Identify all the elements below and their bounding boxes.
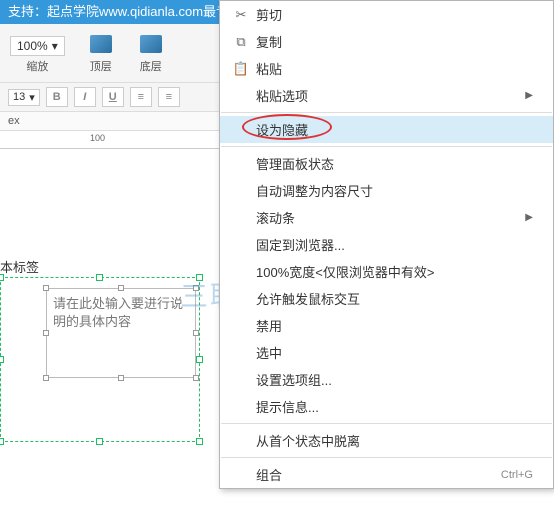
menu-disable[interactable]: 禁用 (220, 312, 553, 339)
zoom-label: 缩放 (26, 58, 48, 74)
menu-cut[interactable]: ✂剪切 (220, 1, 553, 28)
resize-handle[interactable] (0, 438, 4, 445)
resize-handle[interactable] (193, 285, 199, 291)
menu-detach[interactable]: 从首个状态中脱离 (220, 427, 553, 454)
menu-auto-fit[interactable]: 自动调整为内容尺寸 (220, 177, 553, 204)
bold-button[interactable]: B (46, 87, 68, 107)
layer-front-icon (90, 35, 112, 53)
widget-label: 本标签 (0, 257, 39, 276)
resize-handle[interactable] (43, 330, 49, 336)
menu-copy[interactable]: ⧉复制 (220, 28, 553, 55)
italic-button[interactable]: I (74, 87, 96, 107)
resize-handle[interactable] (118, 375, 124, 381)
menu-paste-options[interactable]: 粘贴选项▶ (220, 82, 553, 109)
front-label: 顶层 (90, 58, 112, 74)
resize-handle[interactable] (193, 375, 199, 381)
menu-scrollbar[interactable]: 滚动条▶ (220, 204, 553, 231)
submenu-arrow-icon: ▶ (525, 90, 533, 101)
submenu-arrow-icon: ▶ (525, 212, 533, 223)
chevron-down-icon: ▾ (52, 39, 58, 53)
resize-handle[interactable] (0, 356, 4, 363)
resize-handle[interactable] (196, 356, 203, 363)
align-left-button[interactable]: ≡ (130, 87, 152, 107)
menu-set-option-group[interactable]: 设置选项组... (220, 366, 553, 393)
zoom-select[interactable]: 100% ▾ (10, 36, 65, 56)
menu-separator (221, 423, 552, 424)
clipboard-icon: 📋 (230, 61, 252, 77)
menu-separator (221, 457, 552, 458)
ruler-tick: 100 (90, 133, 105, 143)
align-center-button[interactable]: ≡ (158, 87, 180, 107)
resize-handle[interactable] (96, 274, 103, 281)
underline-button[interactable]: U (102, 87, 124, 107)
layer-back-icon (140, 35, 162, 53)
menu-group[interactable]: 组合Ctrl+G (220, 461, 553, 488)
resize-handle[interactable] (43, 375, 49, 381)
menu-manage-panel[interactable]: 管理面板状态 (220, 150, 553, 177)
resize-handle[interactable] (0, 274, 4, 281)
zoom-value: 100% (17, 39, 48, 53)
shortcut-text: Ctrl+G (501, 469, 533, 481)
menu-separator (221, 146, 552, 147)
resize-handle[interactable] (96, 438, 103, 445)
chevron-down-icon: ▾ (29, 91, 35, 104)
menu-select[interactable]: 选中 (220, 339, 553, 366)
resize-handle[interactable] (118, 285, 124, 291)
placeholder-text: 请在此处输入要进行说明的具体内容 (53, 296, 183, 329)
menu-allow-mouse[interactable]: 允许触发鼠标交互 (220, 285, 553, 312)
menu-tooltip[interactable]: 提示信息... (220, 393, 553, 420)
copy-icon: ⧉ (230, 34, 252, 50)
menu-width-100[interactable]: 100%宽度<仅限浏览器中有效> (220, 258, 553, 285)
font-size-select[interactable]: 13 ▾ (8, 89, 40, 106)
send-back-group[interactable]: 底层 (137, 32, 165, 74)
resize-handle[interactable] (43, 285, 49, 291)
text-widget[interactable]: 请在此处输入要进行说明的具体内容 (46, 288, 196, 378)
resize-handle[interactable] (193, 330, 199, 336)
selection-box[interactable]: 请在此处输入要进行说明的具体内容 (0, 277, 200, 442)
resize-handle[interactable] (196, 274, 203, 281)
context-menu: ✂剪切 ⧉复制 📋粘贴 粘贴选项▶ 设为隐藏 管理面板状态 自动调整为内容尺寸 … (219, 0, 554, 489)
menu-separator (221, 112, 552, 113)
scissors-icon: ✂ (230, 7, 252, 23)
zoom-group: 100% ▾ 缩放 (10, 36, 65, 74)
resize-handle[interactable] (196, 438, 203, 445)
back-label: 底层 (140, 58, 162, 74)
menu-set-hidden[interactable]: 设为隐藏 (220, 116, 553, 143)
menu-pin-browser[interactable]: 固定到浏览器... (220, 231, 553, 258)
menu-paste[interactable]: 📋粘贴 (220, 55, 553, 82)
bring-front-group[interactable]: 顶层 (87, 32, 115, 74)
